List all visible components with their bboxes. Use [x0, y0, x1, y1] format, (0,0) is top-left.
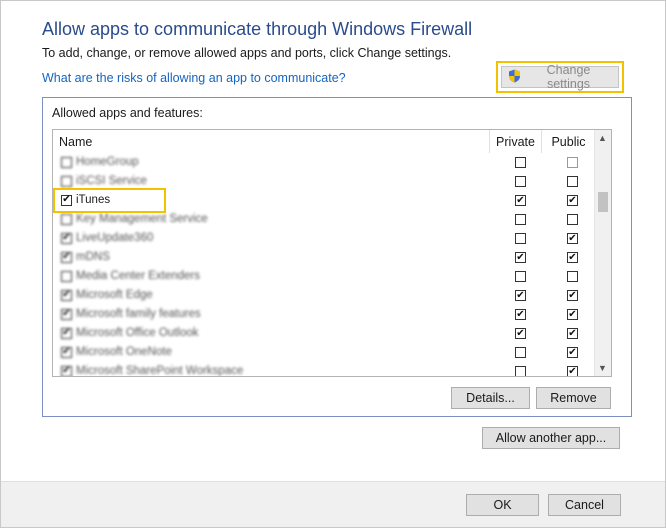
app-enabled-checkbox[interactable]: ✔	[61, 327, 72, 339]
allow-another-app-button[interactable]: Allow another app...	[482, 427, 620, 449]
table-row[interactable]: Media Center Extenders	[53, 268, 596, 287]
change-settings-highlight	[496, 61, 624, 93]
private-checkbox[interactable]	[515, 347, 526, 358]
public-checkbox[interactable]: ✔	[567, 195, 578, 206]
app-name-label: Microsoft Edge	[76, 289, 153, 301]
private-checkbox[interactable]: ✔	[515, 290, 526, 301]
app-name-label: Media Center Extenders	[76, 270, 201, 282]
app-name-label: Microsoft OneNote	[76, 346, 172, 358]
table-row[interactable]: ✔ Microsoft Office Outlook ✔ ✔	[53, 325, 596, 344]
remove-button[interactable]: Remove	[536, 387, 611, 409]
public-checkbox[interactable]	[567, 271, 578, 282]
app-name-label: iSCSI Service	[76, 175, 147, 187]
table-row[interactable]: ✔ Microsoft Edge ✔ ✔	[53, 287, 596, 306]
table-row[interactable]: ✔ Microsoft family features ✔ ✔	[53, 306, 596, 325]
col-header-name[interactable]: Name	[53, 130, 490, 153]
private-checkbox[interactable]: ✔	[515, 309, 526, 320]
public-checkbox[interactable]: ✔	[567, 252, 578, 263]
private-checkbox[interactable]	[515, 157, 526, 168]
app-name-cell: ✔ Microsoft SharePoint Workspace	[61, 365, 244, 377]
app-enabled-checkbox[interactable]: ✔	[61, 365, 72, 376]
public-checkbox[interactable]: ✔	[567, 309, 578, 320]
app-name-cell: ✔ Microsoft OneNote	[61, 346, 172, 358]
app-name-label: Microsoft Office Outlook	[76, 327, 199, 339]
private-checkbox[interactable]	[515, 271, 526, 282]
public-checkbox[interactable]: ✔	[567, 233, 578, 244]
risks-link[interactable]: What are the risks of allowing an app to…	[42, 71, 346, 85]
public-checkbox[interactable]	[567, 157, 578, 168]
ok-button[interactable]: OK	[466, 494, 539, 516]
app-name-cell: Key Management Service	[61, 213, 208, 225]
scroll-down-icon[interactable]: ▼	[598, 363, 607, 373]
table-row[interactable]: ✔ Microsoft SharePoint Workspace ✔	[53, 363, 596, 377]
private-checkbox[interactable]	[515, 233, 526, 244]
allowed-apps-label: Allowed apps and features:	[52, 106, 203, 120]
app-name-label: HomeGroup	[76, 156, 139, 168]
app-enabled-checkbox[interactable]: ✔	[61, 251, 72, 263]
page-subtitle: To add, change, or remove allowed apps a…	[42, 46, 452, 60]
public-checkbox[interactable]: ✔	[567, 347, 578, 358]
table-row[interactable]: ✔ LiveUpdate360 ✔	[53, 230, 596, 249]
apps-table: Name Private Public HomeGroup iSCSI Servi…	[52, 129, 612, 377]
col-header-public[interactable]: Public	[542, 130, 596, 153]
app-name-cell: ✔ LiveUpdate360	[61, 232, 153, 244]
private-checkbox[interactable]: ✔	[515, 328, 526, 339]
app-name-label: Microsoft family features	[76, 308, 201, 320]
public-checkbox[interactable]: ✔	[567, 366, 578, 376]
table-row[interactable]: ✔ Microsoft OneNote ✔	[53, 344, 596, 363]
private-checkbox[interactable]: ✔	[515, 195, 526, 206]
app-name-label: Microsoft SharePoint Workspace	[76, 365, 244, 377]
col-header-private[interactable]: Private	[490, 130, 542, 153]
table-row[interactable]: ✔ mDNS ✔ ✔	[53, 249, 596, 268]
scroll-up-icon[interactable]: ▲	[598, 133, 607, 143]
app-name-cell: ✔ Microsoft family features	[61, 308, 201, 320]
table-row[interactable]: Key Management Service	[53, 211, 596, 230]
app-enabled-checkbox[interactable]	[61, 213, 72, 225]
table-row[interactable]: HomeGroup	[53, 154, 596, 173]
app-name-cell: iSCSI Service	[61, 175, 147, 187]
private-checkbox[interactable]	[515, 176, 526, 187]
app-enabled-checkbox[interactable]	[61, 175, 72, 187]
app-enabled-checkbox[interactable]: ✔	[61, 308, 72, 320]
app-enabled-checkbox[interactable]	[61, 156, 72, 168]
private-checkbox[interactable]: ✔	[515, 252, 526, 263]
scrollbar-thumb[interactable]	[598, 192, 608, 212]
app-name-label: Key Management Service	[76, 213, 208, 225]
page-title: Allow apps to communicate through Window…	[42, 19, 473, 39]
scrollbar[interactable]: ▲ ▼	[594, 130, 611, 376]
itunes-highlight	[53, 188, 166, 213]
cancel-button[interactable]: Cancel	[548, 494, 621, 516]
app-name-label: LiveUpdate360	[76, 232, 154, 244]
app-name-cell: Media Center Extenders	[61, 270, 200, 282]
app-name-cell: HomeGroup	[61, 156, 139, 168]
private-checkbox[interactable]	[515, 366, 526, 376]
public-checkbox[interactable]: ✔	[567, 328, 578, 339]
app-name-cell: ✔ Microsoft Edge	[61, 289, 153, 301]
details-button[interactable]: Details...	[451, 387, 530, 409]
app-enabled-checkbox[interactable]: ✔	[61, 232, 72, 244]
public-checkbox[interactable]	[567, 176, 578, 187]
public-checkbox[interactable]: ✔	[567, 290, 578, 301]
app-enabled-checkbox[interactable]	[61, 270, 72, 282]
app-name-cell: ✔ Microsoft Office Outlook	[61, 327, 199, 339]
app-enabled-checkbox[interactable]: ✔	[61, 289, 72, 301]
public-checkbox[interactable]	[567, 214, 578, 225]
app-name-label: mDNS	[76, 251, 110, 263]
app-enabled-checkbox[interactable]: ✔	[61, 346, 72, 358]
app-name-cell: ✔ mDNS	[61, 251, 110, 263]
private-checkbox[interactable]	[515, 214, 526, 225]
